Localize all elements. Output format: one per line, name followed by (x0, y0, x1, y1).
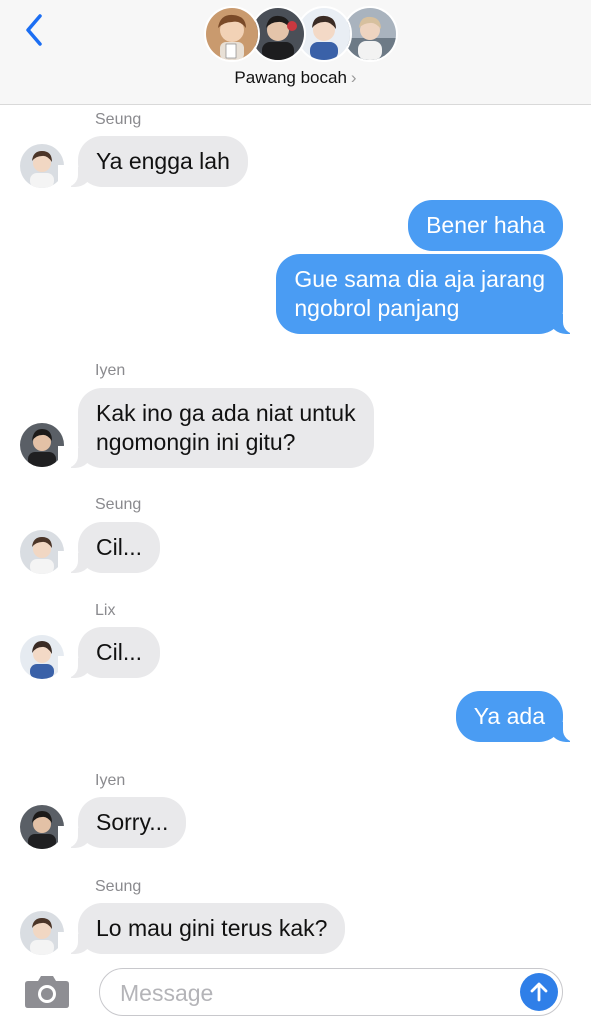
group-name-button[interactable]: Pawang bocah › (0, 68, 591, 88)
chevron-right-icon: › (350, 68, 357, 87)
send-button[interactable] (520, 973, 558, 1011)
composer-bar (0, 960, 591, 1024)
message-text: Cil... (96, 534, 142, 560)
message-input[interactable] (118, 975, 502, 1011)
message-text: Ya engga lah (96, 148, 230, 174)
sender-name: Seung (95, 878, 142, 895)
sender-name: Iyen (95, 772, 126, 789)
camera-icon (25, 976, 69, 1008)
message-text-line: ngobrol panjang (294, 295, 460, 321)
message-bubble[interactable]: Kak ino ga ada niat untuk ngomongin ini … (58, 388, 374, 468)
message-bubble[interactable]: Bener haha (408, 200, 563, 251)
message-bubble[interactable]: Ya ada (455, 691, 584, 742)
message-text-line: Kak ino ga ada niat untuk (96, 400, 356, 426)
message-bubble[interactable]: Ya engga lah (58, 136, 248, 187)
message-bubble[interactable]: Gue sama dia aja jarang ngobrol panjang (276, 254, 583, 334)
message-text: Cil... (96, 639, 142, 665)
sender-name: Seung (95, 111, 142, 128)
camera-button[interactable] (24, 973, 70, 1009)
message-bubble[interactable]: Lo mau gini terus kak? (57, 903, 346, 954)
message-bubble[interactable]: Cil... (58, 627, 160, 678)
message-bubble[interactable]: Cil... (58, 522, 160, 573)
sender-name: Iyen (95, 362, 126, 379)
group-member-avatar (204, 6, 260, 62)
chat-header: Pawang bocah › (0, 0, 591, 105)
group-name: Pawang bocah (234, 68, 347, 87)
message-text: Lo mau gini terus kak? (96, 915, 328, 941)
chevron-left-icon (26, 14, 42, 46)
message-text: Ya ada (473, 703, 545, 729)
message-bubble[interactable]: Sorry... (57, 797, 187, 848)
group-avatars[interactable] (204, 6, 398, 64)
message-list[interactable]: Seung Ya engga lah Bener haha Gue sama d… (0, 105, 591, 965)
sender-name: Seung (95, 496, 142, 513)
message-field[interactable] (99, 968, 563, 1016)
message-text-line: Gue sama dia aja jarang (294, 266, 545, 292)
sender-name: Lix (95, 602, 116, 619)
back-button[interactable] (18, 10, 50, 50)
message-text: Bener haha (426, 212, 545, 238)
message-text: Sorry... (96, 809, 169, 835)
arrow-up-icon (530, 982, 548, 1002)
message-text-line: ngomongin ini gitu? (96, 429, 296, 455)
